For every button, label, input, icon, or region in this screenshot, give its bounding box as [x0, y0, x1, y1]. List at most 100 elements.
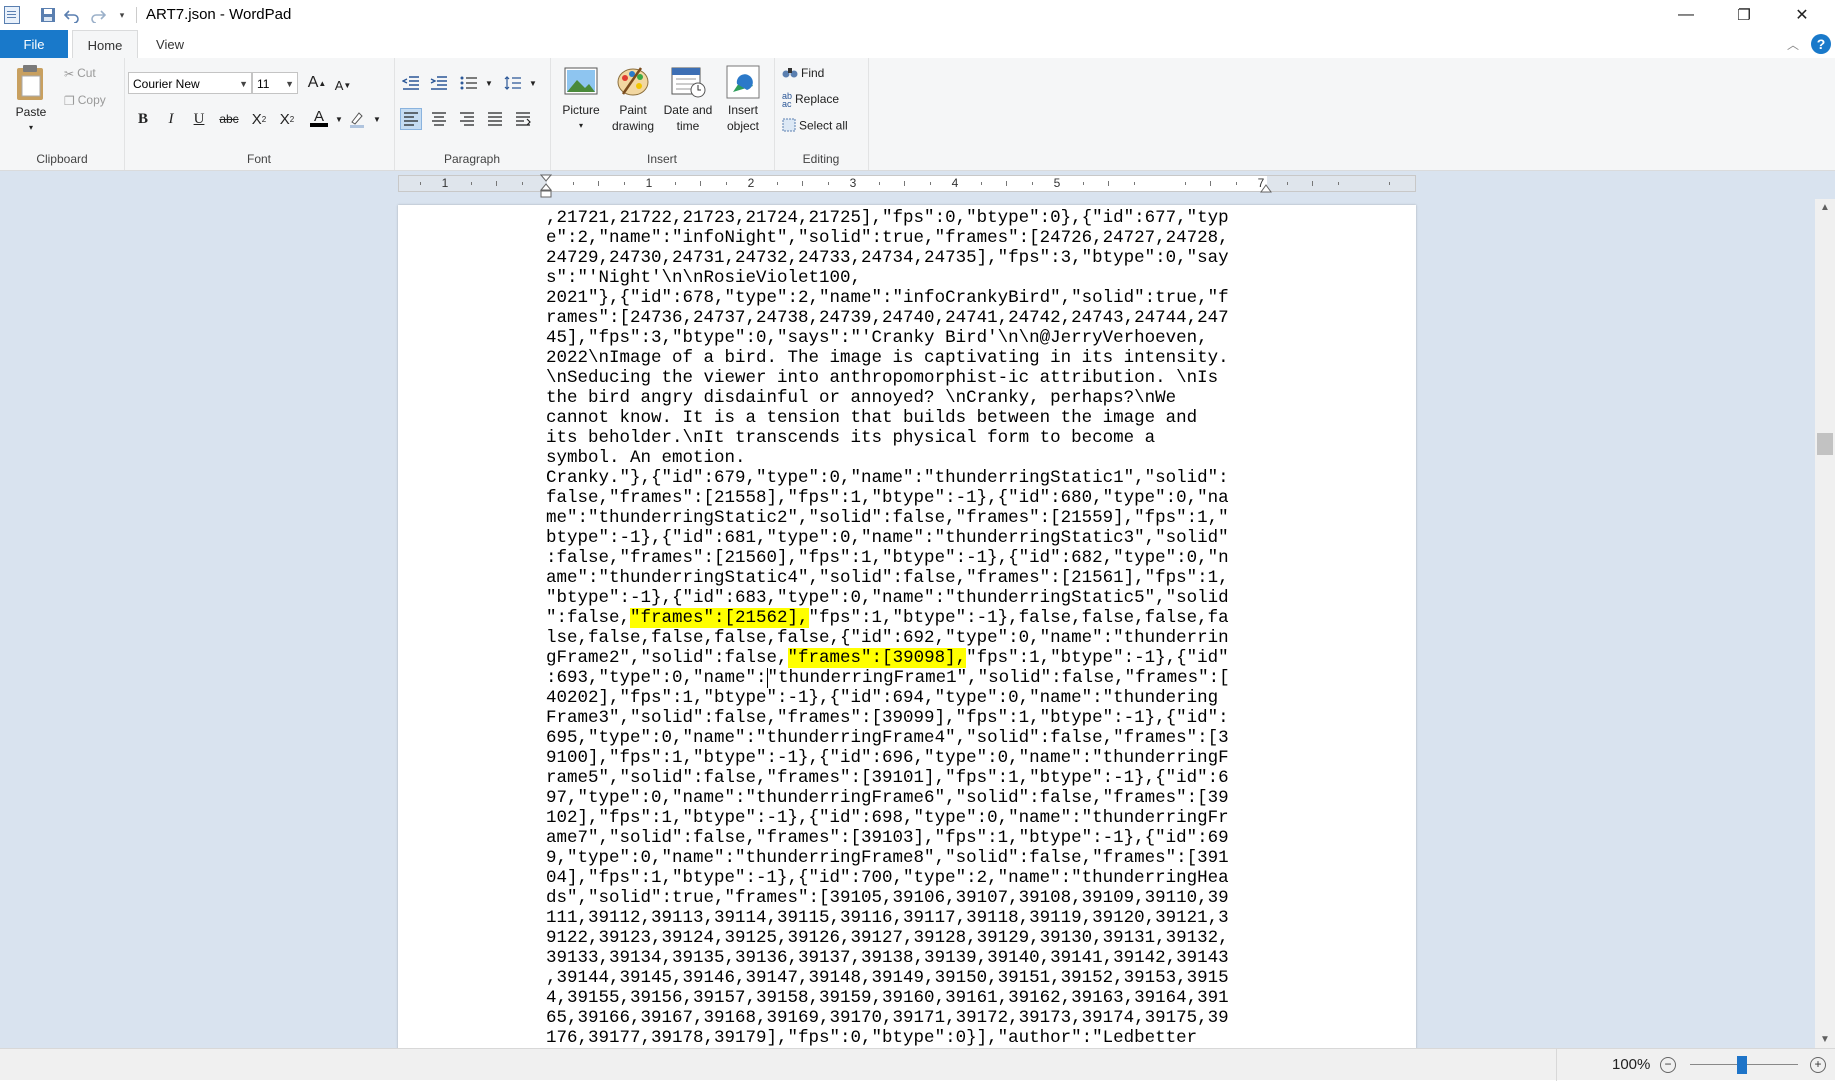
highlight-dropdown-icon[interactable]: ▼ [366, 108, 388, 130]
copy-label: Copy [77, 93, 106, 107]
tab-home[interactable]: Home [72, 30, 138, 60]
strikethrough-button[interactable]: abc [218, 108, 240, 130]
scrollbar-thumb[interactable] [1817, 433, 1833, 455]
paragraph-group: ▼ ▼ Paragraph [394, 58, 551, 170]
cut-button[interactable]: ✂ Cut [64, 66, 96, 81]
ruler-tick [1082, 182, 1084, 185]
increase-indent-icon [430, 76, 447, 90]
subscript-button[interactable]: X2 [248, 108, 270, 130]
clipboard-group: Paste ▾ ✂ Cut ❐ Copy Clipboard [0, 58, 125, 170]
replace-button[interactable]: ab ac Replace [782, 92, 840, 109]
subscript-icon: X [251, 110, 262, 128]
paste-button[interactable]: Paste ▾ [8, 64, 54, 136]
redo-icon[interactable] [88, 5, 108, 25]
font-size-select[interactable]: 11 ▼ [252, 72, 298, 94]
close-button[interactable]: ✕ [1773, 0, 1831, 30]
undo-icon[interactable] [62, 5, 82, 25]
font-family-select[interactable]: Courier New ▼ [128, 72, 252, 94]
editing-group-label: Editing [802, 152, 840, 166]
cut-label: Cut [77, 66, 96, 80]
highlight-color-button[interactable] [346, 108, 368, 130]
editing-group: Find ab ac Replace Select all Editing [774, 58, 869, 170]
restore-button[interactable]: ❐ [1715, 0, 1773, 30]
datetime-label-line1: Date and [663, 103, 713, 117]
help-icon[interactable]: ? [1811, 34, 1831, 54]
ruler-tick [572, 182, 574, 185]
grow-font-button[interactable]: A ▲ [306, 72, 328, 94]
underline-button[interactable]: U [188, 108, 210, 130]
ruler-number: 2 [747, 176, 755, 190]
ruler-tick [802, 181, 803, 186]
ruler-number: 5 [1053, 176, 1061, 190]
shrink-font-button[interactable]: A ▼ [332, 74, 354, 96]
superscript-button[interactable]: X2 [276, 108, 298, 130]
right-margin-shade [1267, 176, 1415, 191]
select-all-button[interactable]: Select all [782, 118, 848, 135]
highlighter-icon [350, 112, 364, 128]
picture-dropdown-icon[interactable]: ▾ [556, 118, 606, 134]
italic-button[interactable]: I [160, 108, 182, 130]
document-text[interactable]: ,21721,21722,21723,21724,21725],"fps":0,… [546, 208, 1266, 1048]
search-highlight-1: "frames":[21562], [630, 608, 809, 628]
zoom-in-button[interactable]: + [1810, 1057, 1826, 1073]
scroll-down-icon[interactable]: ▼ [1815, 1031, 1835, 1048]
ruler-number: 1 [645, 176, 653, 190]
customize-toolbar-icon[interactable]: ▾ [112, 5, 132, 25]
right-indent-marker[interactable] [1260, 184, 1272, 194]
insert-group: Picture ▾ Paint drawing Date and time In… [550, 58, 775, 170]
decrease-indent-button[interactable] [400, 72, 422, 94]
scissors-icon: ✂ [64, 66, 75, 81]
document-page[interactable]: ,21721,21722,21723,21724,21725],"fps":0,… [398, 205, 1416, 1048]
paint-drawing-button[interactable]: Paint drawing [608, 64, 658, 134]
align-center-button[interactable] [428, 108, 450, 130]
status-divider [1556, 1049, 1557, 1081]
picture-button[interactable]: Picture ▾ [556, 64, 606, 134]
ruler-tick [725, 182, 727, 185]
bullets-dropdown-icon[interactable]: ▼ [478, 72, 500, 94]
ruler-tick [1235, 182, 1237, 185]
clipboard-group-label: Clipboard [36, 152, 88, 166]
justify-button[interactable] [484, 108, 506, 130]
paste-dropdown-icon[interactable]: ▾ [8, 120, 54, 136]
insert-object-button[interactable]: Insert object [718, 64, 768, 134]
tab-file[interactable]: File [0, 30, 68, 58]
paragraph-settings-button[interactable] [512, 108, 534, 130]
bullets-button[interactable] [458, 72, 480, 94]
line-spacing-button[interactable] [502, 72, 524, 94]
ribbon-tab-row: File Home View ︿ ? [0, 30, 1835, 60]
text-color-button[interactable]: A [308, 108, 330, 130]
line-spacing-dropdown-icon[interactable]: ▼ [522, 72, 544, 94]
scroll-up-icon[interactable]: ▲ [1815, 199, 1835, 216]
find-button[interactable]: Find [782, 66, 824, 81]
wordpad-app-icon[interactable] [4, 6, 20, 24]
date-and-time-button[interactable]: Date and time [660, 64, 716, 134]
tab-view[interactable]: View [140, 30, 200, 58]
superscript-icon: X [279, 110, 290, 128]
minimize-button[interactable]: — [1657, 0, 1715, 30]
paint-palette-icon [615, 64, 651, 100]
hanging-indent-marker[interactable] [540, 183, 552, 199]
ruler-tick [1133, 182, 1135, 185]
collapse-ribbon-icon[interactable]: ︿ [1787, 36, 1799, 53]
align-left-button[interactable] [400, 108, 422, 130]
save-icon[interactable] [38, 5, 58, 25]
ruler-tick [419, 182, 421, 185]
bold-button[interactable]: B [132, 108, 154, 130]
zoom-slider-thumb[interactable] [1737, 1056, 1747, 1074]
align-right-button[interactable] [456, 108, 478, 130]
vertical-scrollbar[interactable]: ▲ ▼ [1815, 199, 1835, 1048]
ruler-tick [878, 182, 880, 185]
shrink-font-icon: A [334, 77, 344, 93]
insert-object-icon [725, 64, 761, 100]
copy-button[interactable]: ❐ Copy [64, 93, 106, 108]
ruler-tick [1031, 182, 1033, 185]
paragraph-group-label: Paragraph [443, 152, 501, 166]
paragraph-icon [516, 112, 531, 126]
decrease-indent-icon [402, 76, 419, 90]
object-label-line2: object [726, 119, 760, 133]
font-size-value: 11 [257, 77, 270, 91]
zoom-out-button[interactable]: − [1660, 1057, 1676, 1073]
increase-indent-button[interactable] [428, 72, 450, 94]
title-separator [136, 7, 137, 23]
replace-label: Replace [795, 92, 840, 107]
